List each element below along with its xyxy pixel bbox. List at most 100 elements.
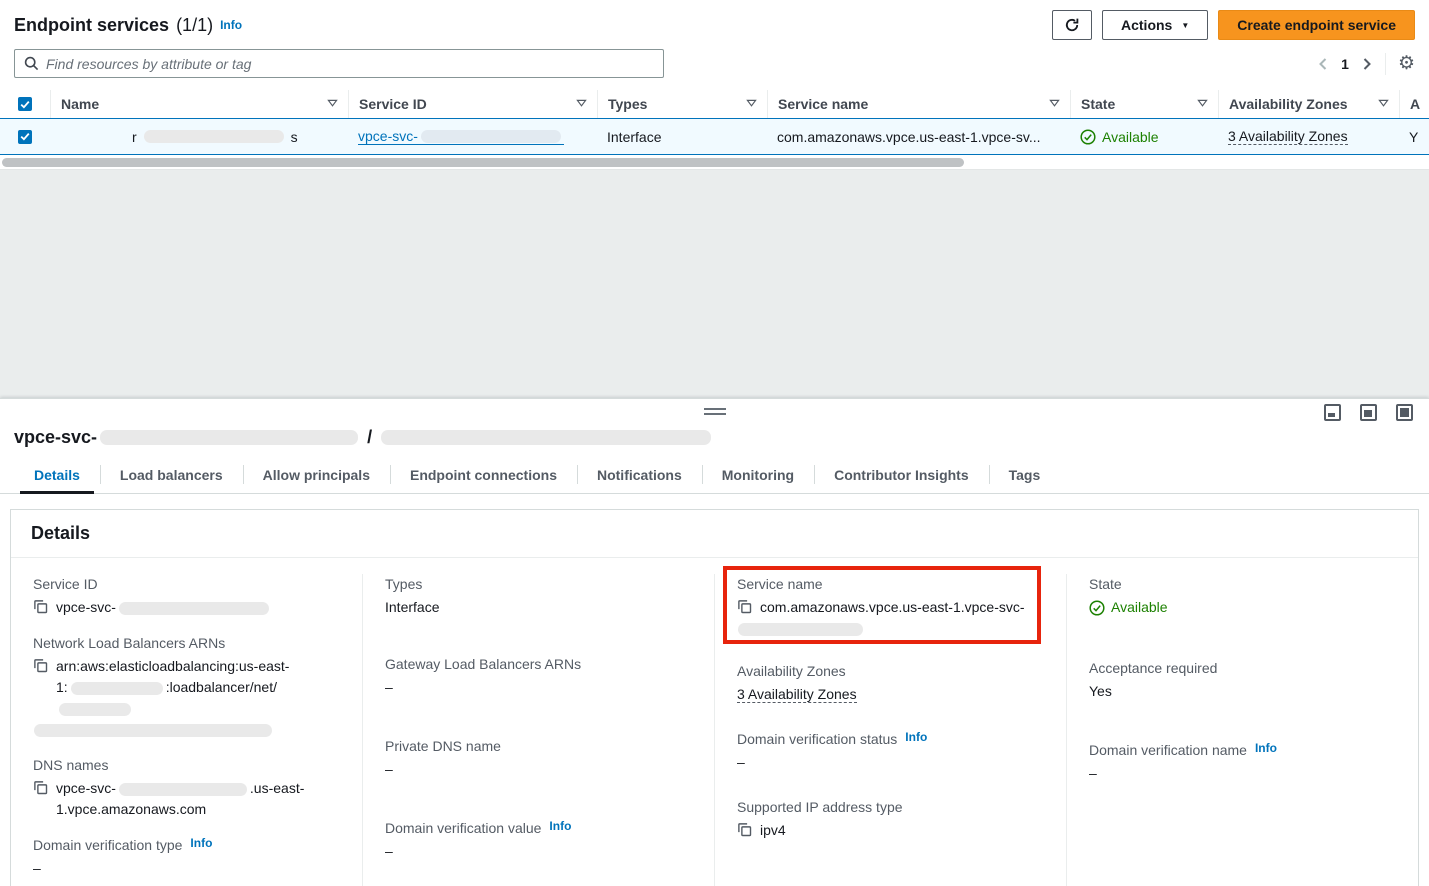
domain-verification-status-info-link[interactable]: Info: [905, 730, 927, 744]
filter-icon[interactable]: [1378, 99, 1389, 109]
row-partial-cell: Y: [1399, 119, 1429, 154]
filter-icon[interactable]: [1049, 99, 1060, 109]
details-column-2: Types Interface Gateway Load Balancers A…: [362, 574, 714, 886]
domain-verification-value-info-link[interactable]: Info: [549, 819, 571, 833]
field-dns-names: DNS names vpce-svc-.us-east- 1.vpce.amaz…: [33, 757, 340, 820]
redacted-lb-name: [59, 703, 131, 716]
field-domain-verification-type: Domain verification type Info –: [33, 837, 340, 879]
field-domain-verification-value: Domain verification value Info –: [385, 820, 692, 862]
details-column-3: Service name com.amazonaws.vpce.us-east-…: [714, 574, 1066, 886]
toolbar: Endpoint services (1/1) Info Actions ▼ C…: [0, 0, 1429, 40]
actions-button[interactable]: Actions ▼: [1102, 10, 1208, 40]
filter-icon[interactable]: [576, 99, 587, 109]
panel-drag-handle[interactable]: [704, 408, 726, 415]
field-state: State Available: [1089, 576, 1396, 622]
filter-row: 1 ⚙: [0, 49, 1429, 78]
select-all-cell: [0, 90, 50, 118]
panel-tabs: Details Load balancers Allow principals …: [0, 458, 1429, 494]
pagination-divider: [1385, 53, 1386, 75]
state-available: Available: [1080, 129, 1159, 145]
panel-size-controls: [1324, 404, 1413, 421]
row-select-cell: [0, 119, 50, 154]
availability-zones-popover-link[interactable]: 3 Availability Zones: [1228, 128, 1348, 145]
tab-monitoring[interactable]: Monitoring: [702, 458, 814, 493]
redacted-service-id-value: [119, 602, 269, 615]
tab-tags[interactable]: Tags: [989, 458, 1061, 493]
panel-size-medium-icon[interactable]: [1360, 404, 1377, 421]
column-header-types[interactable]: Types: [597, 90, 767, 118]
available-check-icon: [1080, 129, 1096, 145]
filter-icon[interactable]: [1197, 99, 1208, 109]
row-service-name-cell: com.amazonaws.vpce.us-east-1.vpce-sv...: [767, 119, 1070, 154]
prev-page-button[interactable]: [1317, 57, 1329, 71]
copy-icon[interactable]: [737, 599, 752, 614]
panel-size-small-icon[interactable]: [1324, 404, 1341, 421]
page-title-group: Endpoint services (1/1) Info: [14, 15, 242, 36]
endpoint-services-page: Endpoint services (1/1) Info Actions ▼ C…: [0, 0, 1429, 886]
redacted-arn-tail: [34, 724, 272, 737]
redacted-name: [144, 130, 284, 143]
tab-details[interactable]: Details: [14, 458, 100, 493]
page-title: Endpoint services: [14, 15, 169, 36]
copy-icon[interactable]: [737, 822, 752, 837]
field-domain-verification-status: Domain verification status Info –: [737, 731, 1044, 773]
next-page-button[interactable]: [1361, 57, 1373, 71]
field-private-dns: Private DNS name –: [385, 738, 692, 780]
tab-contributor-insights[interactable]: Contributor Insights: [814, 458, 989, 493]
pagination: 1 ⚙: [1317, 53, 1415, 75]
column-header-state[interactable]: State: [1070, 90, 1218, 118]
copy-icon[interactable]: [33, 780, 48, 795]
filter-icon[interactable]: [746, 99, 757, 109]
row-types-cell: Interface: [597, 119, 767, 154]
tab-load-balancers[interactable]: Load balancers: [100, 458, 243, 493]
details-card-body: Service ID vpce-svc- Network Load Balanc…: [11, 558, 1418, 886]
domain-verification-type-info-link[interactable]: Info: [190, 836, 212, 850]
tab-endpoint-connections[interactable]: Endpoint connections: [390, 458, 577, 493]
field-supported-ip: Supported IP address type ipv4: [737, 799, 1044, 841]
copy-icon[interactable]: [33, 599, 48, 614]
row-availability-zones-cell: 3 Availability Zones: [1218, 119, 1399, 154]
row-checkbox[interactable]: [18, 130, 32, 144]
row-service-id-cell: vpce-svc-: [348, 119, 597, 154]
preferences-gear-icon[interactable]: ⚙: [1398, 54, 1415, 73]
column-header-partial[interactable]: A: [1399, 90, 1429, 118]
field-service-id: Service ID vpce-svc-: [33, 576, 340, 618]
create-endpoint-service-button[interactable]: Create endpoint service: [1218, 10, 1415, 40]
search-icon: [24, 56, 39, 71]
table-row[interactable]: r s vpce-svc- Interface com.amazonaws.vp…: [0, 118, 1429, 155]
empty-background: [0, 169, 1429, 398]
details-column-4: State Available Acceptance required: [1066, 574, 1418, 886]
redacted-panel-title-name: [381, 430, 711, 445]
select-all-checkbox[interactable]: [18, 97, 32, 111]
field-service-name: Service name com.amazonaws.vpce.us-east-…: [737, 576, 1044, 639]
panel-size-large-icon[interactable]: [1396, 404, 1413, 421]
search-box[interactable]: [14, 49, 664, 78]
domain-verification-name-info-link[interactable]: Info: [1255, 741, 1277, 755]
row-state-cell: Available: [1070, 119, 1218, 154]
copy-icon[interactable]: [33, 658, 48, 673]
tab-notifications[interactable]: Notifications: [577, 458, 702, 493]
column-header-service-id[interactable]: Service ID: [348, 90, 597, 118]
redacted-dns: [119, 783, 247, 796]
create-endpoint-service-label: Create endpoint service: [1237, 17, 1396, 33]
filter-icon[interactable]: [327, 99, 338, 109]
title-info-link[interactable]: Info: [220, 18, 242, 32]
search-input[interactable]: [46, 56, 654, 72]
endpoint-services-table: Name Service ID Types Service name State…: [0, 90, 1429, 169]
redacted-account-id: [71, 682, 163, 695]
horizontal-scrollbar-thumb[interactable]: [2, 158, 964, 167]
column-header-name[interactable]: Name: [50, 90, 348, 118]
toolbar-buttons: Actions ▼ Create endpoint service: [1052, 10, 1415, 40]
split-panel: vpce-svc- / Details Load balancers Allow…: [0, 398, 1429, 886]
column-header-service-name[interactable]: Service name: [767, 90, 1070, 118]
refresh-button[interactable]: [1052, 10, 1092, 40]
current-page[interactable]: 1: [1341, 56, 1349, 72]
horizontal-scrollbar[interactable]: [0, 157, 1429, 169]
field-domain-verification-name: Domain verification name Info –: [1089, 742, 1396, 784]
tab-allow-principals[interactable]: Allow principals: [243, 458, 390, 493]
service-id-link[interactable]: vpce-svc-: [358, 128, 564, 145]
availability-zones-popover-link[interactable]: 3 Availability Zones: [737, 686, 857, 703]
field-glb-arns: Gateway Load Balancers ARNs –: [385, 656, 692, 698]
column-header-availability-zones[interactable]: Availability Zones: [1218, 90, 1399, 118]
field-availability-zones: Availability Zones 3 Availability Zones: [737, 663, 1044, 705]
